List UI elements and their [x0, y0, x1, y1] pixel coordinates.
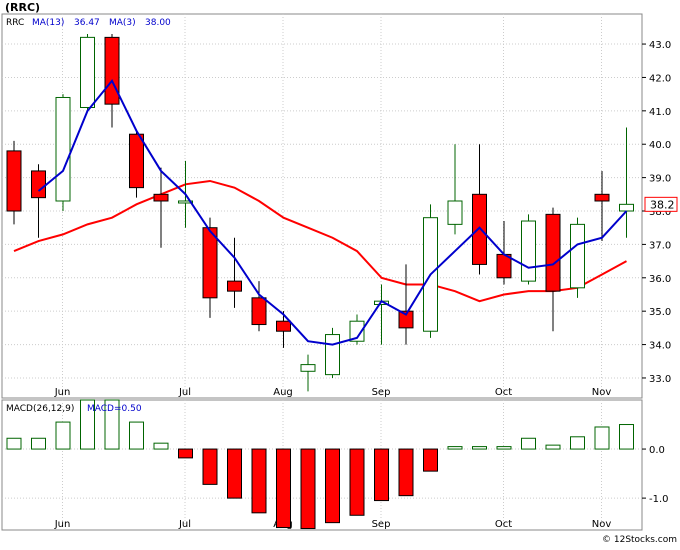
month-label: Sep: [372, 519, 391, 530]
candle-body-down: [153, 193, 169, 202]
macd-bar-negative: [374, 448, 389, 502]
candle-body-up: [570, 223, 585, 289]
price-tick-label: 33.0: [649, 374, 671, 385]
candle: [129, 130, 144, 198]
macd-bar-positive: [31, 437, 46, 450]
price-tick-label: 39.0: [649, 174, 671, 185]
month-label: Sep: [372, 387, 391, 398]
macd-bar-positive: [6, 437, 22, 450]
candle: [55, 94, 71, 212]
candle-body-up: [300, 364, 316, 372]
price-tick-label: 36.0: [649, 274, 671, 285]
candle-body-down: [6, 150, 22, 212]
price-tick-label: 34.0: [649, 341, 671, 352]
candle: [521, 214, 536, 285]
macd-bar-negative: [276, 448, 291, 529]
month-label: Oct: [495, 387, 512, 398]
candle-body-up: [80, 36, 95, 108]
macd-bar-negative: [398, 448, 414, 497]
legend-ma3-value: 38.00: [145, 18, 171, 28]
legend-ma13-label: MA(13): [32, 18, 64, 28]
candle-body-down: [251, 297, 267, 326]
month-label: Oct: [495, 519, 512, 530]
macd-bar-negative: [423, 448, 438, 472]
price-tick-label: 35.0: [649, 307, 671, 318]
price-tick-label: 42.0: [649, 73, 671, 84]
macd-bar-negative: [325, 448, 340, 524]
candle-body-up: [447, 200, 463, 225]
candle-body-up: [325, 334, 340, 376]
month-label: Nov: [592, 519, 612, 530]
legend-ticker: RRC: [6, 18, 24, 28]
candle-body-up: [55, 96, 71, 202]
legend-ma3-label: MA(3): [109, 18, 136, 28]
macd-bar-positive: [570, 436, 585, 450]
candle: [325, 327, 340, 378]
macd-bar-positive: [545, 444, 561, 450]
stock-chart: (RRC) 33.0 34.0 35.0 36.0 37.0 38.0 39.0 40.0 41…: [0, 0, 680, 546]
candle-body-down: [202, 227, 218, 299]
chart-canvas: (RRC) 33.034.035.036.037.038.039.040.041…: [0, 0, 680, 546]
macd-bar-negative: [178, 448, 193, 459]
price-tick-label: 40.0: [649, 140, 671, 151]
candle-body-down: [472, 193, 487, 265]
month-label: Jun: [54, 519, 71, 530]
candle-body-down: [545, 213, 561, 292]
month-label: Jul: [178, 519, 191, 530]
macd-bar-positive: [447, 446, 463, 450]
candle-body-down: [31, 170, 46, 199]
legend-macd-value: MACD=0.50: [87, 404, 142, 414]
macd-bar-positive: [496, 446, 512, 450]
legend-macd-label: MACD(26,12,9): [6, 404, 74, 414]
macd-bar-positive: [472, 446, 487, 450]
price-tick-label: 41.0: [649, 107, 671, 118]
candle-body-up: [521, 220, 536, 282]
macd-bar-positive: [594, 426, 610, 450]
macd-bar-negative: [349, 448, 365, 516]
macd-bar-negative: [202, 448, 218, 485]
macd-bar-negative: [251, 448, 267, 514]
current-price-marker: 38.2: [644, 196, 678, 212]
macd-bar-positive: [129, 421, 144, 450]
month-label: Nov: [592, 387, 612, 398]
macd-bar-positive: [55, 421, 71, 450]
candle-body-down: [104, 36, 120, 105]
macd-bar-positive: [619, 424, 634, 450]
price-tick-label: 43.0: [649, 40, 671, 51]
macd-tick-label: 0.0: [649, 445, 665, 456]
macd-bar-negative: [300, 448, 316, 530]
candle-body-down: [129, 133, 144, 189]
candle-body-up: [619, 203, 634, 212]
macd-tick-label: -1.0: [649, 494, 669, 505]
month-label: Jun: [54, 387, 71, 398]
macd-bar-negative: [227, 448, 242, 499]
month-label: Aug: [273, 387, 293, 398]
month-label: Jul: [178, 387, 191, 398]
macd-panel-legend: MACD(26,12,9) MACD=0.50: [6, 404, 142, 414]
macd-bar-positive: [153, 442, 169, 450]
candle: [570, 217, 585, 298]
chart-title: (RRC): [5, 1, 40, 14]
candle-body-down: [276, 320, 291, 332]
legend-ma13-value: 36.47: [74, 18, 100, 28]
candle: [80, 34, 95, 111]
macd-bar-positive: [521, 437, 536, 450]
candle-body-down: [227, 280, 242, 292]
candle-body-down: [594, 193, 610, 202]
current-price-label: 38.2: [650, 198, 675, 211]
watermark: © 12Stocks.com: [602, 535, 677, 545]
price-tick-label: 37.0: [649, 240, 671, 251]
